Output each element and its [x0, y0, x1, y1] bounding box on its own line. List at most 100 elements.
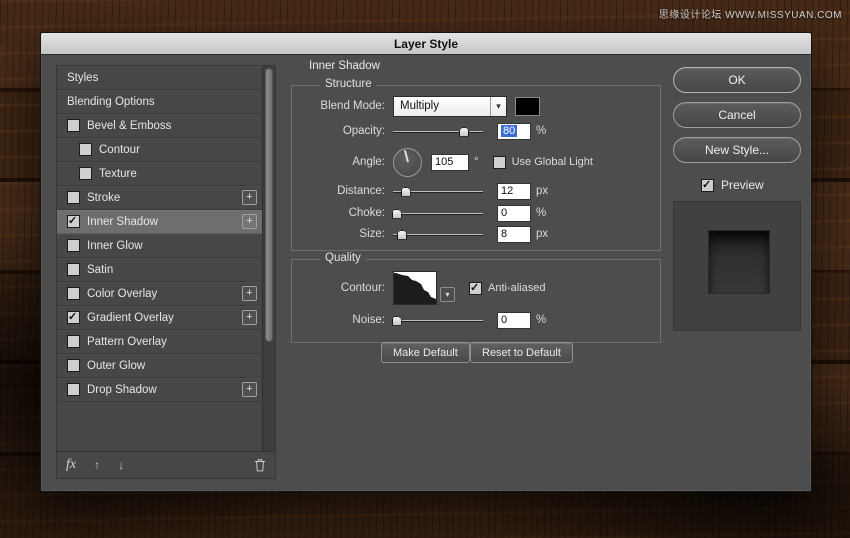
- styles-footer: fx ↑ ↓: [57, 451, 275, 478]
- checkbox-icon[interactable]: [67, 263, 80, 276]
- new-style-button[interactable]: New Style...: [673, 137, 801, 163]
- checkbox-icon[interactable]: [67, 359, 80, 372]
- slider-thumb[interactable]: [391, 208, 402, 219]
- checkbox-icon[interactable]: [79, 167, 92, 180]
- checkbox-icon[interactable]: [67, 191, 80, 204]
- style-item-bevel-emboss[interactable]: Bevel & Emboss: [57, 114, 262, 138]
- style-item-label: Bevel & Emboss: [87, 119, 172, 132]
- panel-heading: Inner Shadow: [309, 60, 380, 72]
- checkbox-icon[interactable]: [79, 143, 92, 156]
- move-down-icon[interactable]: ↓: [118, 458, 124, 472]
- add-effect-instance-icon[interactable]: +: [242, 214, 257, 229]
- choke-unit: %: [536, 207, 547, 219]
- move-up-icon[interactable]: ↑: [94, 458, 100, 472]
- styles-list-panel: Styles Blending Options Bevel & Emboss Cont…: [56, 65, 276, 479]
- slider-thumb[interactable]: [397, 229, 407, 240]
- angle-dial[interactable]: [393, 147, 422, 177]
- reset-to-default-button[interactable]: Reset to Default: [470, 342, 573, 363]
- style-item-styles[interactable]: Styles: [57, 66, 262, 90]
- size-value: 8: [501, 228, 508, 240]
- checkbox-icon[interactable]: [67, 335, 80, 348]
- chevron-down-icon: ▾: [490, 96, 506, 116]
- distance-slider[interactable]: [393, 185, 483, 198]
- slider-thumb[interactable]: [391, 315, 402, 326]
- style-item-gradient-overlay[interactable]: Gradient Overlay +: [57, 306, 262, 330]
- distance-row: Distance: 12 px: [292, 182, 652, 200]
- style-item-outer-glow[interactable]: Outer Glow: [57, 354, 262, 378]
- size-label: Size:: [359, 228, 385, 240]
- shadow-color-swatch[interactable]: [515, 96, 540, 116]
- layer-style-dialog: Layer Style Styles Blending Options Bevel …: [40, 32, 812, 492]
- preview-inner-shadow-square: [708, 230, 770, 294]
- style-item-label: Inner Shadow: [87, 215, 158, 228]
- checkbox-checked-icon[interactable]: [67, 214, 80, 228]
- distance-input[interactable]: 12: [497, 182, 531, 200]
- style-item-inner-glow[interactable]: Inner Glow: [57, 234, 262, 258]
- distance-value: 12: [501, 185, 514, 197]
- preview-checkbox[interactable]: Preview: [701, 178, 764, 192]
- noise-row: Noise: 0 %: [292, 311, 652, 329]
- size-input[interactable]: 8: [497, 225, 531, 243]
- checkbox-checked-icon[interactable]: [67, 310, 80, 324]
- noise-slider[interactable]: [391, 314, 483, 327]
- style-item-label: Contour: [99, 143, 140, 156]
- choke-input[interactable]: 0: [497, 204, 531, 222]
- quality-legend: Quality: [320, 252, 366, 264]
- checkbox-icon[interactable]: [67, 239, 80, 252]
- blend-mode-select[interactable]: Multiply ▾: [393, 95, 507, 117]
- styles-scrollbar[interactable]: [262, 66, 275, 451]
- contour-thumbnail[interactable]: [393, 271, 437, 305]
- size-slider[interactable]: [393, 228, 483, 241]
- checkbox-checked-icon[interactable]: [701, 178, 714, 192]
- slider-thumb[interactable]: [400, 186, 411, 197]
- contour-picker-arrow-icon[interactable]: ▾: [440, 287, 455, 302]
- slider-thumb[interactable]: [459, 126, 470, 137]
- checkbox-icon[interactable]: [492, 155, 506, 169]
- add-effect-instance-icon[interactable]: +: [242, 310, 257, 325]
- style-item-contour[interactable]: Contour: [57, 138, 262, 162]
- use-global-light-checkbox[interactable]: Use Global Light: [492, 155, 593, 169]
- cancel-button[interactable]: Cancel: [673, 102, 801, 128]
- checkbox-icon[interactable]: [67, 383, 80, 396]
- add-effect-instance-icon[interactable]: +: [242, 190, 257, 205]
- noise-value: 0: [501, 314, 508, 326]
- style-item-stroke[interactable]: Stroke +: [57, 186, 262, 210]
- style-item-pattern-overlay[interactable]: Pattern Overlay: [57, 330, 262, 354]
- make-default-button[interactable]: Make Default: [381, 342, 470, 363]
- angle-row: Angle: 105 ° Use Global Light: [292, 147, 652, 177]
- checkbox-checked-icon[interactable]: [469, 281, 482, 295]
- ok-button[interactable]: OK: [673, 67, 801, 93]
- style-item-color-overlay[interactable]: Color Overlay +: [57, 282, 262, 306]
- add-effect-instance-icon[interactable]: +: [242, 286, 257, 301]
- opacity-value: 80: [501, 125, 518, 137]
- style-item-texture[interactable]: Texture: [57, 162, 262, 186]
- angle-needle: [403, 150, 409, 163]
- choke-slider[interactable]: [391, 207, 483, 220]
- fx-icon[interactable]: fx: [66, 457, 76, 473]
- style-item-inner-shadow[interactable]: Inner Shadow +: [57, 210, 262, 234]
- style-item-drop-shadow[interactable]: Drop Shadow +: [57, 378, 262, 402]
- style-item-blending-options[interactable]: Blending Options: [57, 90, 262, 114]
- checkbox-icon[interactable]: [67, 287, 80, 300]
- opacity-row: Opacity: 80 %: [292, 122, 652, 140]
- opacity-label: Opacity:: [342, 125, 385, 137]
- quality-group: Quality Contour: ▾ Anti-aliased Noise:: [291, 252, 661, 343]
- scrollbar-thumb[interactable]: [265, 68, 273, 342]
- style-item-label: Gradient Overlay: [87, 311, 174, 324]
- add-effect-instance-icon[interactable]: +: [242, 382, 257, 397]
- anti-aliased-label: Anti-aliased: [488, 282, 546, 294]
- opacity-slider[interactable]: [393, 125, 483, 138]
- delete-style-icon[interactable]: [254, 458, 266, 472]
- opacity-input[interactable]: 80: [497, 122, 531, 140]
- style-item-satin[interactable]: Satin: [57, 258, 262, 282]
- style-item-label: Pattern Overlay: [87, 335, 167, 348]
- dialog-titlebar[interactable]: Layer Style: [41, 33, 811, 55]
- anti-aliased-checkbox[interactable]: Anti-aliased: [469, 281, 546, 295]
- structure-group: Structure Blend Mode: Multiply ▾ Opacity…: [291, 78, 661, 251]
- noise-input[interactable]: 0: [497, 311, 531, 329]
- checkbox-icon[interactable]: [67, 119, 80, 132]
- distance-label: Distance:: [337, 185, 385, 197]
- noise-unit: %: [536, 314, 547, 326]
- angle-input[interactable]: 105: [431, 153, 469, 171]
- angle-unit: °: [474, 156, 479, 168]
